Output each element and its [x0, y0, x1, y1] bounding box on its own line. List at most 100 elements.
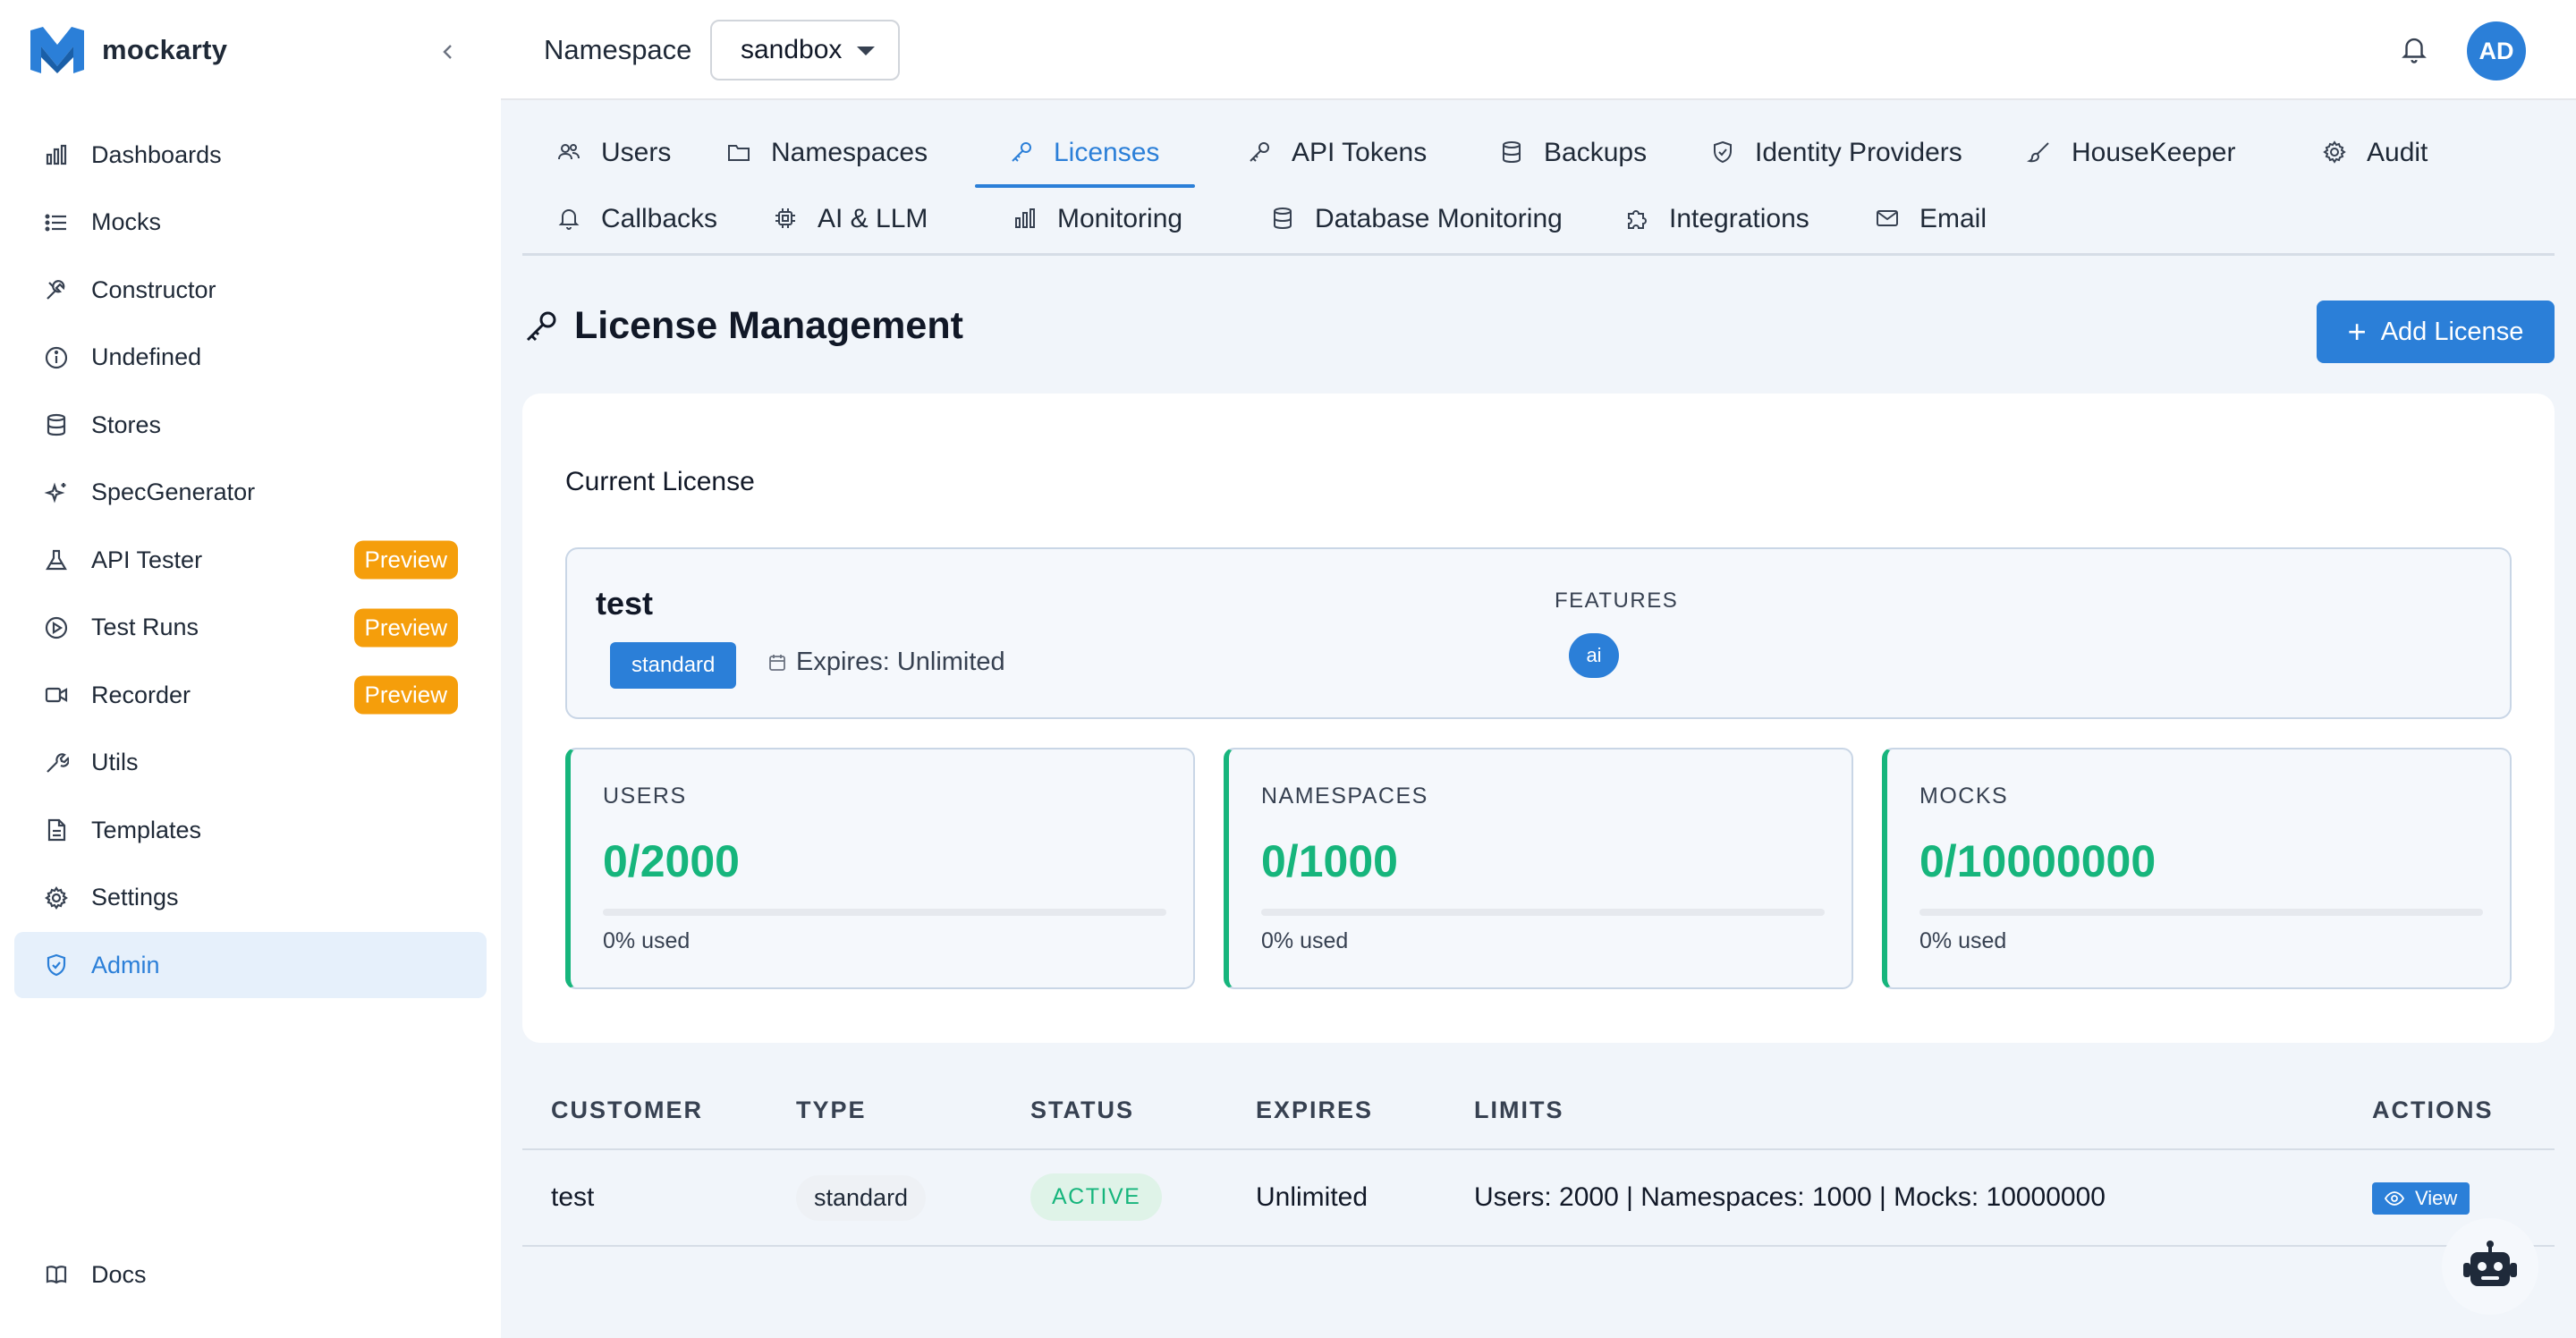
- stat-used: 0% used: [1919, 928, 2007, 953]
- licenses-table: CUSTOMER TYPE STATUS EXPIRES LIMITS ACTI…: [522, 1075, 2555, 1247]
- gear-icon: [41, 883, 72, 913]
- cpu-icon: [773, 206, 800, 233]
- license-summary: test standard Expires: Unlimited FEATURE…: [565, 547, 2512, 719]
- assistant-bot-button[interactable]: [2442, 1218, 2538, 1315]
- tab-database-monitoring[interactable]: Database Monitoring: [1236, 188, 1584, 250]
- sidebar-item-label: Undefined: [91, 343, 202, 370]
- section-title: Current License: [565, 467, 755, 496]
- tab-label: Identity Providers: [1755, 138, 1962, 167]
- mocks-stat-card: MOCKS 0/10000000 0% used: [1882, 748, 2512, 989]
- cell-expires: Unlimited: [1256, 1182, 1368, 1212]
- tab-namespaces[interactable]: Namespaces: [692, 122, 949, 184]
- sidebar-item-test-runs[interactable]: Test Runs Preview: [14, 595, 487, 661]
- tab-housekeeper[interactable]: HouseKeeper: [1993, 122, 2257, 184]
- column-header-expires: EXPIRES: [1256, 1097, 1374, 1123]
- sidebar: mockarty Dashboards Mocks Constructor Un…: [0, 0, 501, 1338]
- current-license-card: Current License test standard Expires: U…: [522, 394, 2555, 1043]
- robot-icon: [2462, 1240, 2519, 1293]
- database-icon: [1499, 140, 1526, 166]
- sidebar-item-settings[interactable]: Settings: [14, 865, 487, 931]
- sparkles-icon: [41, 478, 72, 508]
- sidebar-item-label: Stores: [91, 411, 162, 438]
- view-button[interactable]: View: [2372, 1182, 2470, 1215]
- puzzle-icon: [1624, 206, 1651, 233]
- database-icon: [1270, 206, 1297, 233]
- stat-used: 0% used: [603, 928, 691, 953]
- sidebar-item-undefined[interactable]: Undefined: [14, 325, 487, 391]
- license-expiry: Expires: Unlimited: [767, 648, 1005, 677]
- tab-monitoring[interactable]: Monitoring: [979, 188, 1204, 250]
- page-title-text: License Management: [574, 304, 963, 347]
- stat-progress-bar: [1261, 909, 1825, 916]
- sidebar-item-specgenerator[interactable]: SpecGenerator: [14, 460, 487, 526]
- sidebar-item-label: Recorder: [91, 681, 191, 708]
- mail-icon: [1875, 206, 1902, 233]
- stat-label: USERS: [603, 783, 687, 809]
- bell-icon: [556, 206, 583, 233]
- tab-label: AI & LLM: [818, 204, 928, 233]
- tab-licenses[interactable]: Licenses: [975, 122, 1196, 188]
- sidebar-item-templates[interactable]: Templates: [14, 797, 487, 863]
- mockarty-logo-icon: [30, 27, 84, 73]
- tab-backups[interactable]: Backups: [1465, 122, 1668, 184]
- tab-integrations[interactable]: Integrations: [1590, 188, 1831, 250]
- tab-email[interactable]: Email: [1841, 188, 2008, 250]
- tab-label: Database Monitoring: [1315, 204, 1563, 233]
- collapse-sidebar-button[interactable]: [433, 38, 462, 66]
- preview-badge: Preview: [353, 608, 458, 647]
- sidebar-item-utils[interactable]: Utils: [14, 730, 487, 796]
- tab-audit[interactable]: Audit: [2288, 122, 2449, 184]
- tab-identity-providers[interactable]: Identity Providers: [1676, 122, 1984, 184]
- add-license-button[interactable]: + Add License: [2317, 301, 2555, 363]
- sidebar-item-api-tester[interactable]: API Tester Preview: [14, 527, 487, 593]
- namespace-value: sandbox: [741, 35, 843, 64]
- brand[interactable]: mockarty: [30, 27, 227, 73]
- sidebar-item-admin[interactable]: Admin: [14, 932, 487, 998]
- database-icon: [41, 410, 72, 440]
- sidebar-item-constructor[interactable]: Constructor: [14, 257, 487, 323]
- column-header-type: TYPE: [796, 1097, 867, 1123]
- feature-badge: ai: [1569, 633, 1619, 678]
- tab-users[interactable]: Users: [522, 122, 692, 184]
- license-name: test: [596, 585, 654, 622]
- table-header: CUSTOMER TYPE STATUS EXPIRES LIMITS ACTI…: [522, 1075, 2555, 1150]
- folder-icon: [726, 140, 753, 166]
- users-stat-card: USERS 0/2000 0% used: [565, 748, 1195, 989]
- tab-api-tokens[interactable]: API Tokens: [1213, 122, 1448, 184]
- sidebar-item-label: Templates: [91, 816, 202, 843]
- sidebar-item-dashboards[interactable]: Dashboards: [14, 122, 487, 188]
- docs-label: Docs: [91, 1260, 147, 1288]
- page-title: License Management: [522, 304, 963, 348]
- namespace-label: Namespace: [544, 34, 692, 65]
- gear-icon: [2322, 140, 2349, 166]
- user-avatar[interactable]: AD: [2467, 21, 2526, 80]
- tab-label: Integrations: [1669, 204, 1809, 233]
- column-header-status: STATUS: [1030, 1097, 1134, 1123]
- sidebar-item-docs[interactable]: Docs: [41, 1259, 147, 1290]
- column-header-limits: LIMITS: [1474, 1097, 1564, 1123]
- tab-ai-llm[interactable]: AI & LLM: [739, 188, 949, 250]
- key-icon: [1247, 140, 1274, 166]
- sidebar-item-stores[interactable]: Stores: [14, 392, 487, 458]
- add-license-label: Add License: [2380, 317, 2524, 346]
- namespace-select[interactable]: sandbox: [710, 20, 900, 80]
- tab-label: Namespaces: [771, 138, 928, 167]
- tab-label: Callbacks: [601, 204, 718, 233]
- cell-type-badge: standard: [796, 1175, 927, 1221]
- column-header-actions: ACTIONS: [2372, 1097, 2494, 1123]
- sidebar-item-mocks[interactable]: Mocks: [14, 190, 487, 256]
- column-header-customer: CUSTOMER: [551, 1097, 704, 1123]
- tab-label: Monitoring: [1057, 204, 1183, 233]
- tab-label: Users: [601, 138, 672, 167]
- notifications-bell-icon[interactable]: [2399, 34, 2431, 66]
- preview-badge: Preview: [353, 540, 458, 580]
- license-expiry-text: Expires: Unlimited: [796, 648, 1005, 676]
- wrench-icon: [41, 748, 72, 778]
- sidebar-item-label: API Tester: [91, 546, 203, 573]
- tab-label: Licenses: [1054, 138, 1160, 167]
- key-icon: [1009, 140, 1036, 166]
- sidebar-item-label: Admin: [91, 951, 160, 978]
- sidebar-item-recorder[interactable]: Recorder Preview: [14, 662, 487, 728]
- tab-callbacks[interactable]: Callbacks: [522, 188, 739, 250]
- info-icon: [41, 343, 72, 373]
